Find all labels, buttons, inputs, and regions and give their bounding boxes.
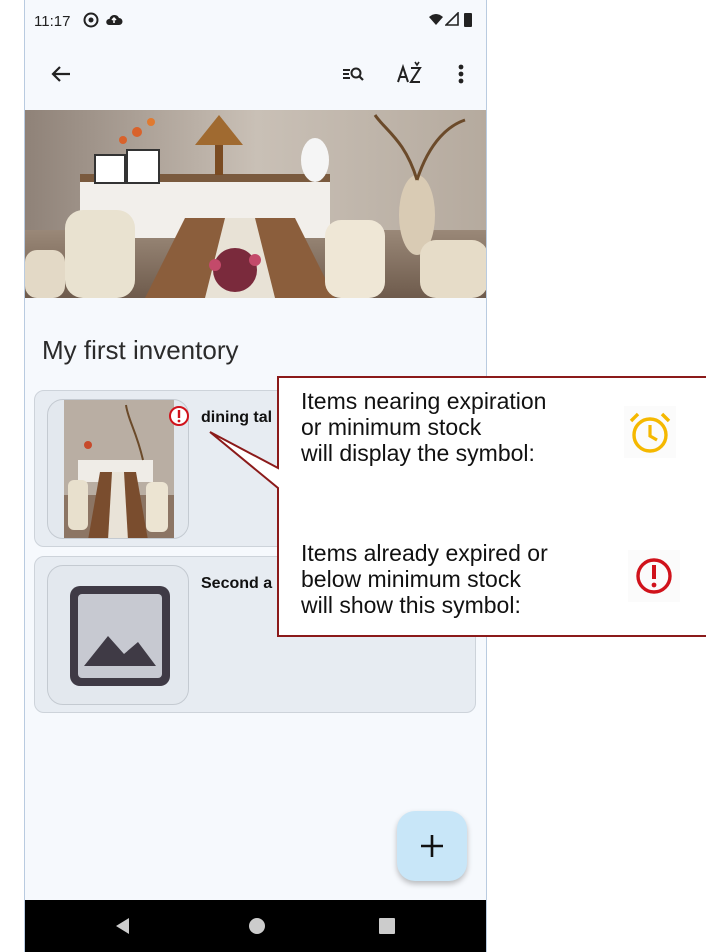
nav-home-icon (249, 918, 265, 934)
battery-icon (464, 12, 472, 31)
inventory-cover-photo (25, 110, 486, 298)
nav-back-button[interactable] (113, 916, 131, 941)
cloud-icon (105, 12, 123, 32)
sort-az-button[interactable] (394, 58, 426, 90)
more-vert-icon (458, 64, 464, 84)
alarm-clock-icon (629, 412, 671, 453)
sort-az-icon (397, 61, 422, 83)
app-bar (25, 40, 486, 108)
expiring-symbol (624, 406, 676, 458)
nav-recents-icon (379, 918, 395, 934)
inventory-title: My first inventory (42, 335, 239, 365)
nav-home-button[interactable] (247, 916, 267, 941)
search-list-icon (343, 67, 364, 81)
more-options-button[interactable] (445, 58, 477, 90)
nav-back-icon (116, 918, 129, 934)
system-nav-bar (25, 900, 486, 952)
search-list-button[interactable] (337, 58, 369, 90)
expired-status-icon (168, 405, 190, 432)
wifi-icon (429, 12, 443, 30)
plus-icon (421, 835, 443, 857)
error-icon (636, 558, 672, 594)
item-card[interactable]: Second a (34, 556, 476, 713)
expired-symbol (628, 550, 680, 602)
add-item-button[interactable] (397, 811, 467, 881)
item-thumbnail-placeholder (47, 565, 189, 705)
signal-icon (444, 11, 459, 30)
item-name: dining tal (201, 409, 273, 426)
phone-screen: 11:17 My first inventory dining tal Seco… (24, 0, 487, 952)
image-placeholder-icon (70, 586, 170, 686)
nav-recents-button[interactable] (377, 916, 397, 941)
status-time: 11:17 (34, 13, 71, 30)
item-card[interactable]: dining tal (34, 390, 476, 547)
dnd-icon (83, 12, 99, 32)
arrow-left-icon (51, 66, 70, 82)
status-bar: 11:17 (25, 0, 486, 40)
back-button[interactable] (45, 58, 77, 90)
error-icon (169, 406, 189, 426)
item-name: Second a (201, 575, 273, 592)
